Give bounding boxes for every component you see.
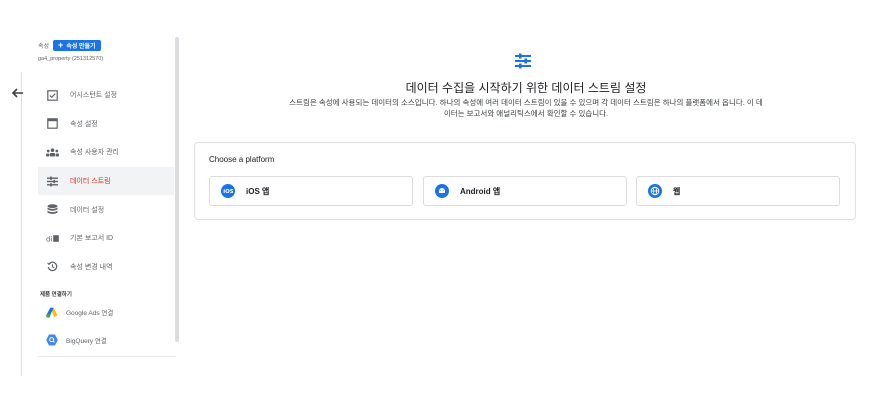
sidebar-item-change-history[interactable]: 속성 변경 내역 (38, 253, 174, 282)
sidebar-item-label: BigQuery 연결 (66, 338, 107, 345)
database-icon (45, 203, 59, 217)
create-property-button[interactable]: + 속성 만들기 (53, 39, 101, 51)
sidebar-divider (38, 356, 176, 357)
property-label: 속성 (38, 43, 50, 50)
sidebar-nav: 어시스턴트 설정 속성 설정 속성 사용자 관리 데이터 스트림 데이터 설정 … (38, 81, 174, 281)
bigquery-icon (45, 333, 59, 347)
page-description-line: 스트림은 속성에 사용되는 데이터의 소스입니다. 하나의 속성에 여러 데이터… (289, 98, 763, 107)
svg-text:iOS: iOS (223, 189, 233, 195)
platform-card-title: Choose a platform (209, 155, 275, 164)
data-stream-icon (514, 52, 532, 70)
report-id-icon: di (45, 231, 59, 245)
web-globe-icon (648, 184, 662, 198)
sidebar-item-bigquery[interactable]: BigQuery 연결 (38, 330, 174, 350)
back-arrow-icon[interactable] (9, 86, 27, 100)
sidebar-item-property-settings[interactable]: 속성 설정 (38, 110, 174, 139)
page-description-line: 이터는 보고서와 애널리틱스에서 확인할 수 있습니다. (443, 108, 609, 118)
platform-android-button[interactable]: Android 앱 (423, 176, 627, 206)
platform-label: 웹 (673, 186, 681, 196)
sidebar-item-data-streams[interactable]: 데이터 스트림 (38, 166, 174, 196)
android-icon (435, 184, 449, 198)
platform-web-button[interactable]: 웹 (636, 176, 840, 206)
data-stream-icon (45, 174, 59, 188)
sidebar-item-report-id[interactable]: di 기본 보고서 ID (38, 224, 174, 253)
sidebar-item-assistant-settings[interactable]: 어시스턴트 설정 (38, 81, 174, 110)
product-links-section-label: 제품 연결하기 (40, 292, 72, 298)
sidebar-item-label: 데이터 설정 (70, 206, 105, 214)
google-ads-icon (45, 305, 59, 319)
checkbox-icon (45, 88, 59, 102)
sidebar-item-user-management[interactable]: 속성 사용자 관리 (38, 138, 174, 167)
sidebar-item-google-ads[interactable]: Google Ads 연결 (38, 302, 174, 322)
sidebar-item-label: 속성 사용자 관리 (70, 149, 119, 157)
history-icon (45, 260, 59, 274)
sidebar-item-label: Google Ads 연결 (66, 310, 114, 317)
left-divider (21, 72, 22, 376)
page-title: 데이터 수집을 시작하기 위한 데이터 스트림 설정 (405, 81, 647, 95)
ios-icon: iOS (221, 184, 235, 198)
people-icon (45, 145, 59, 159)
create-property-label: 속성 만들기 (66, 43, 96, 50)
platform-ios-button[interactable]: iOS iOS 앱 (209, 176, 413, 206)
sidebar-item-data-settings[interactable]: 데이터 설정 (38, 195, 174, 224)
sidebar-item-label: 기본 보고서 ID (70, 235, 114, 243)
sidebar-item-label: 속성 변경 내역 (70, 263, 113, 271)
platform-label: Android 앱 (460, 186, 501, 196)
svg-text:di: di (46, 235, 52, 243)
sidebar-scrollbar[interactable] (175, 37, 179, 342)
sidebar-item-label: 데이터 스트림 (70, 178, 111, 186)
page: 속성 + 속성 만들기 ga4_property (251312570) 어시스… (0, 0, 869, 397)
sidebar-item-label: 어시스턴트 설정 (70, 92, 118, 100)
platform-label: iOS 앱 (246, 186, 270, 196)
property-id[interactable]: ga4_property (251312570) (38, 56, 174, 64)
page-description: 스트림은 속성에 사용되는 데이터의 소스입니다. 하나의 속성에 여러 데이터… (188, 98, 864, 119)
plus-icon: + (58, 39, 64, 50)
admin-sidebar: 속성 + 속성 만들기 ga4_property (251312570) 어시스… (38, 38, 174, 356)
sidebar-item-label: 속성 설정 (70, 120, 98, 128)
calendar-icon (45, 117, 59, 131)
platform-card: Choose a platform iOS iOS 앱 Android 앱 웹 (194, 142, 856, 220)
